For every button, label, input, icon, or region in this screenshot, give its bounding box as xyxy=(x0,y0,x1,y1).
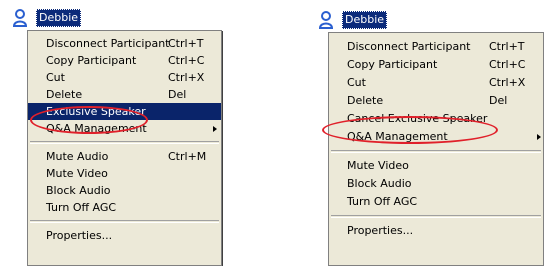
menu-item-disconnect-participant[interactable]: Disconnect Participant Ctrl+T xyxy=(329,38,543,56)
participant-row[interactable]: Debbie xyxy=(318,10,388,30)
submenu-arrow-icon xyxy=(537,134,541,140)
person-icon xyxy=(318,11,334,29)
menu-item-properties[interactable]: Properties... xyxy=(329,222,543,240)
menu-item-label: Properties... xyxy=(347,224,414,237)
menu-item-turn-off-agc[interactable]: Turn Off AGC xyxy=(329,193,543,211)
menu-item-label: Copy Participant xyxy=(347,58,438,71)
menu-separator xyxy=(331,150,541,153)
menu-item-block-audio[interactable]: Block Audio xyxy=(329,175,543,193)
menu-item-label: Block Audio xyxy=(347,177,412,190)
menu-item-label: Cut xyxy=(347,76,366,89)
participant-name[interactable]: Debbie xyxy=(342,11,388,29)
menu-item-label: Mute Video xyxy=(347,159,409,172)
menu-item-copy-participant[interactable]: Copy Participant Ctrl+C xyxy=(329,56,543,74)
menu-item-cut[interactable]: Cut Ctrl+X xyxy=(329,74,543,92)
right-panel: Debbie Disconnect Participant Ctrl+T Copy… xyxy=(0,0,544,266)
menu-separator xyxy=(331,215,541,218)
annotation-oval xyxy=(322,116,498,144)
menu-item-shortcut: Ctrl+C xyxy=(489,58,526,71)
menu-item-label: Disconnect Participant xyxy=(347,40,471,53)
menu-item-label: Turn Off AGC xyxy=(347,195,418,208)
menu-item-shortcut: Ctrl+X xyxy=(489,76,526,89)
menu-item-delete[interactable]: Delete Del xyxy=(329,92,543,110)
menu-item-label: Delete xyxy=(347,94,384,107)
menu-item-shortcut: Del xyxy=(489,94,508,107)
context-menu: Disconnect Participant Ctrl+T Copy Partic… xyxy=(328,32,544,266)
menu-item-shortcut: Ctrl+T xyxy=(489,40,525,53)
menu-item-mute-video[interactable]: Mute Video xyxy=(329,157,543,175)
